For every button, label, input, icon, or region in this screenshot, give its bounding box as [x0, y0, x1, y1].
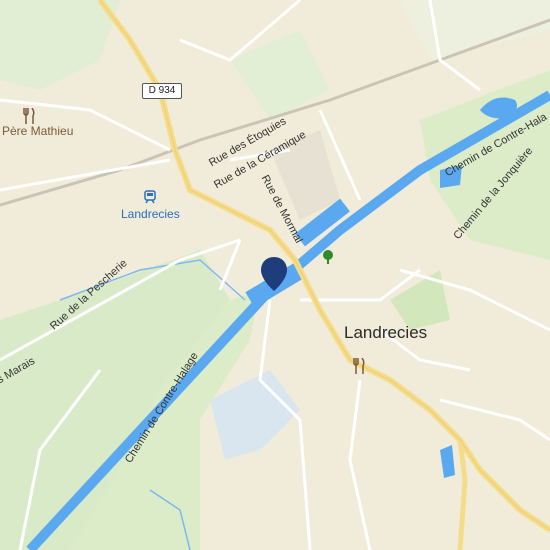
fork-knife-icon[interactable] [22, 108, 36, 124]
location-pin-icon[interactable] [260, 256, 288, 292]
restaurant-label[interactable]: Père Mathieu [2, 124, 73, 138]
map-view[interactable]: Landrecies Landrecies Père Mathieu D 934… [0, 0, 550, 550]
road-shield: D 934 [142, 83, 182, 99]
tree-icon[interactable] [321, 249, 335, 265]
train-icon[interactable] [143, 190, 157, 204]
town-label[interactable]: Landrecies [344, 323, 427, 343]
station-label[interactable]: Landrecies [121, 207, 180, 221]
restaurant-icon-center[interactable] [352, 358, 366, 374]
